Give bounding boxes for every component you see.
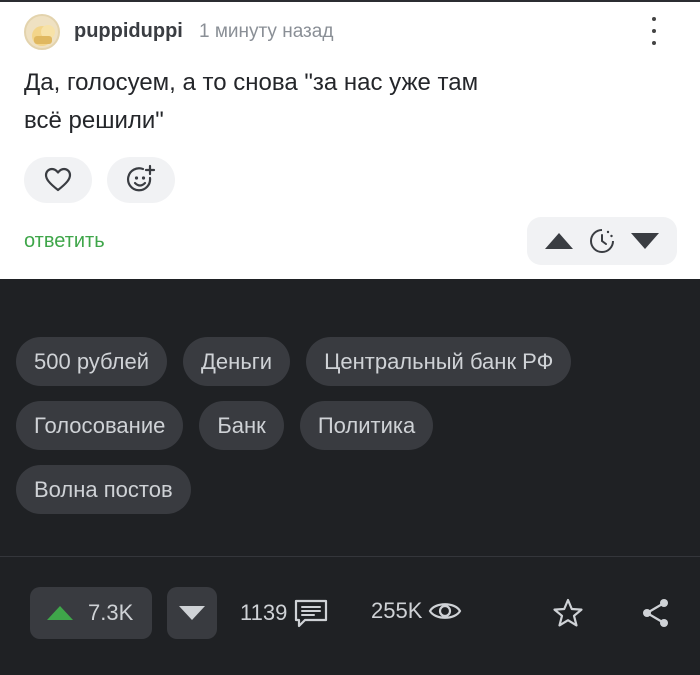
heart-icon xyxy=(44,167,72,192)
tag-chip[interactable]: Волна постов xyxy=(16,465,191,514)
tag-chip[interactable]: 500 рублей xyxy=(16,337,168,386)
comments-count: 1139 xyxy=(240,600,288,625)
comment-author[interactable]: puppiduppi xyxy=(74,20,183,43)
comments-counter[interactable]: 1139 xyxy=(240,598,329,628)
post-tags: 500 рублей Деньги Центральный банк РФ Го… xyxy=(16,337,686,529)
divider xyxy=(0,556,700,557)
like-button[interactable] xyxy=(24,157,92,203)
arrow-down-icon[interactable] xyxy=(630,232,660,250)
comment-top-border xyxy=(0,0,700,2)
comment-card: puppiduppi 1 минуту назад Да, голосуем, … xyxy=(0,0,700,279)
avatar[interactable] xyxy=(24,14,60,50)
views-counter: 255K xyxy=(371,598,462,624)
comment-icon xyxy=(295,599,328,628)
comment-vote-controls xyxy=(527,217,677,265)
add-emoji-icon xyxy=(126,164,156,192)
comment-text-line: Да, голосуем, а то снова "за нас уже там xyxy=(24,69,479,96)
clock-icon[interactable] xyxy=(589,228,615,254)
eye-icon xyxy=(429,603,462,619)
comment-timestamp: 1 минуту назад xyxy=(199,21,334,42)
tag-row: Волна постов xyxy=(16,465,686,514)
post-upvote-button[interactable]: 7.3K xyxy=(30,587,152,639)
arrow-up-icon[interactable] xyxy=(544,232,574,250)
share-icon[interactable] xyxy=(639,596,673,630)
tag-chip[interactable]: Банк xyxy=(199,401,284,450)
post-downvote-button[interactable] xyxy=(167,587,217,639)
post-page: puppiduppi 1 минуту назад Да, голосуем, … xyxy=(0,0,700,675)
tag-row: Голосование Банк Политика xyxy=(16,401,686,450)
star-icon[interactable] xyxy=(551,597,585,629)
comment-text: Да, голосуем, а то снова "за нас уже там… xyxy=(24,64,604,140)
tag-chip[interactable]: Политика xyxy=(299,401,434,450)
arrow-up-icon xyxy=(47,606,73,620)
more-vertical-icon[interactable] xyxy=(646,14,662,48)
tag-chip[interactable]: Центральный банк РФ xyxy=(306,337,572,386)
comment-text-line: всё решили" xyxy=(24,107,164,134)
reply-link[interactable]: ответить xyxy=(24,230,105,253)
views-count: 255K xyxy=(371,598,423,623)
post-rating: 7.3K xyxy=(88,600,134,625)
add-reaction-button[interactable] xyxy=(107,157,175,203)
tag-chip[interactable]: Деньги xyxy=(183,337,291,386)
tag-chip[interactable]: Голосование xyxy=(16,401,184,450)
arrow-down-icon xyxy=(179,606,205,620)
tag-row: 500 рублей Деньги Центральный банк РФ xyxy=(16,337,686,386)
